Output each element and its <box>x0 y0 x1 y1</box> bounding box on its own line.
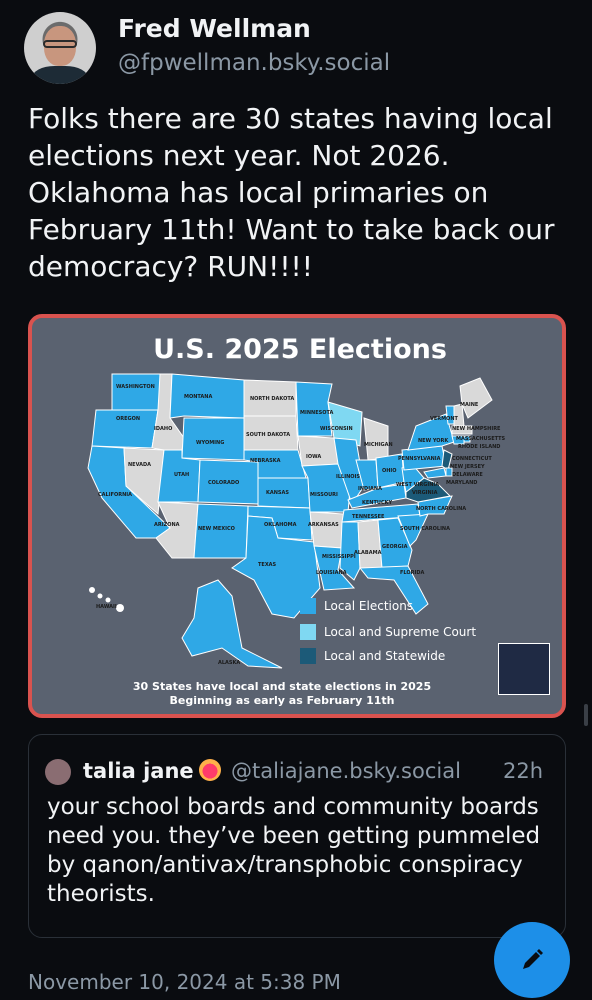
map-title: U.S. 2025 Elections <box>153 334 447 365</box>
quoted-post-time: 22h <box>503 759 544 783</box>
compose-button[interactable] <box>494 922 570 998</box>
label-michigan: MICHIGAN <box>364 442 393 448</box>
label-nebraska: NEBRASKA <box>250 458 281 464</box>
label-wisconsin: WISCONSIN <box>320 426 353 432</box>
label-hawaii: HAWAII <box>96 604 117 610</box>
state-hawaii-island-2 <box>97 593 103 599</box>
legend-label-statewide: Local and Statewide <box>324 649 446 663</box>
label-missouri: MISSOURI <box>310 492 338 498</box>
author-avatar[interactable] <box>24 12 96 84</box>
map-caption-line2: Beginning as early as February 11th <box>169 694 395 707</box>
label-idaho: IDAHO <box>154 426 172 432</box>
label-new-hampshire: NEW HAMPSHIRE <box>452 426 501 432</box>
label-rhode-island: RHODE ISLAND <box>458 444 500 450</box>
label-maryland: MARYLAND <box>446 480 477 486</box>
label-minnesota: MINNESOTA <box>300 410 333 416</box>
label-texas: TEXAS <box>258 562 277 568</box>
label-south-dakota: SOUTH DAKOTA <box>246 432 290 438</box>
label-oregon: OREGON <box>116 416 140 422</box>
label-utah: UTAH <box>174 472 189 478</box>
state-washington <box>111 373 165 411</box>
label-wyoming: WYOMING <box>196 440 224 446</box>
avatar-shirt <box>32 66 88 84</box>
label-montana: MONTANA <box>184 394 212 400</box>
pencil-icon <box>523 949 543 969</box>
label-connecticut: CONNECTICUT <box>452 456 492 462</box>
label-north-dakota: NORTH DAKOTA <box>250 396 294 402</box>
label-new-jersey: NEW JERSEY <box>450 464 485 470</box>
heart-on-fire-icon <box>199 759 221 781</box>
label-arizona: ARIZONA <box>154 522 180 528</box>
state-hawaii-island-1 <box>89 587 95 593</box>
label-new-mexico: NEW MEXICO <box>198 526 235 532</box>
label-florida: FLORIDA <box>400 570 425 576</box>
quoted-author-avatar[interactable] <box>45 759 71 785</box>
state-arkansas <box>309 511 345 549</box>
label-washington: WASHINGTON <box>116 384 155 390</box>
scrollbar-thumb[interactable] <box>584 704 588 726</box>
label-louisiana: LOUISIANA <box>316 570 347 576</box>
label-north-carolina: NORTH CAROLINA <box>416 506 466 512</box>
label-ohio: OHIO <box>382 468 397 474</box>
author-handle[interactable]: @fpwellman.bsky.social <box>118 50 390 76</box>
label-mississippi: MISSISSIPPI <box>322 554 356 560</box>
state-hawaii-island-3 <box>105 597 111 603</box>
post-text: Folks there are 30 states having local e… <box>28 102 555 283</box>
label-alabama: ALABAMA <box>354 550 382 556</box>
label-west-virginia: WEST VIRGINIA <box>396 482 439 488</box>
avatar-glasses <box>43 40 77 48</box>
legend-label-supreme: Local and Supreme Court <box>324 625 477 639</box>
legend-swatch-supreme <box>300 624 316 640</box>
legend-local: Local Elections <box>300 598 413 614</box>
label-tennessee: TENNESSEE <box>352 514 385 520</box>
legend-supreme: Local and Supreme Court <box>300 624 476 640</box>
label-nevada: NEVADA <box>128 462 151 468</box>
on-democracy-logo <box>498 643 550 695</box>
quoted-author-handle[interactable]: @taliajane.bsky.social <box>231 759 461 783</box>
label-alaska: ALASKA <box>218 660 240 666</box>
state-maryland <box>423 467 447 479</box>
author-name[interactable]: Fred Wellman <box>118 14 311 43</box>
label-south-carolina: SOUTH CAROLINA <box>400 526 450 532</box>
label-california: CALIFORNIA <box>98 492 132 498</box>
quoted-post[interactable]: talia jane @taliajane.bsky.social 22h yo… <box>28 734 566 938</box>
state-michigan <box>363 417 389 461</box>
label-vermont: VERMONT <box>430 416 459 422</box>
label-arkansas: ARKANSAS <box>308 522 339 528</box>
post-timestamp: November 10, 2024 at 5:38 PM <box>28 970 341 994</box>
label-oklahoma: OKLAHOMA <box>264 522 297 528</box>
legend-swatch-statewide <box>300 648 316 664</box>
label-massachusetts: MASSACHUSETTS <box>456 436 506 442</box>
label-maine: MAINE <box>460 402 479 408</box>
state-wyoming <box>181 417 245 461</box>
map-caption-line1: 30 States have local and state elections… <box>132 680 432 693</box>
label-indiana: INDIANA <box>358 486 382 492</box>
label-kentucky: KENTUCKY <box>362 500 392 506</box>
legend-label-local: Local Elections <box>324 599 414 613</box>
label-virginia: VIRGINIA <box>412 490 438 496</box>
state-iowa <box>297 435 341 467</box>
us-map: WASHINGTON MONTANA NORTH DAKOTA MINNESOT… <box>87 373 506 669</box>
label-illinois: ILLINOIS <box>336 474 360 480</box>
quoted-author-name[interactable]: talia jane <box>83 759 194 783</box>
state-maine <box>459 377 493 419</box>
label-kansas: KANSAS <box>266 490 289 496</box>
label-colorado: COLORADO <box>208 480 239 486</box>
label-new-york: NEW YORK <box>418 438 449 444</box>
state-hawaii-island-4 <box>116 604 124 612</box>
legend-statewide: Local and Statewide <box>300 648 445 664</box>
quoted-post-text: your school boards and community boards … <box>47 794 541 907</box>
post-image[interactable]: WASHINGTON MONTANA NORTH DAKOTA MINNESOT… <box>28 314 566 718</box>
label-delaware: DELAWARE <box>452 472 483 478</box>
label-pennsylvania: PENNSYLVANIA <box>398 456 441 462</box>
legend-swatch-local <box>300 598 316 614</box>
label-iowa: IOWA <box>306 454 321 460</box>
map-caption: 30 States have local and state elections… <box>132 680 432 708</box>
label-georgia: GEORGIA <box>382 544 408 550</box>
